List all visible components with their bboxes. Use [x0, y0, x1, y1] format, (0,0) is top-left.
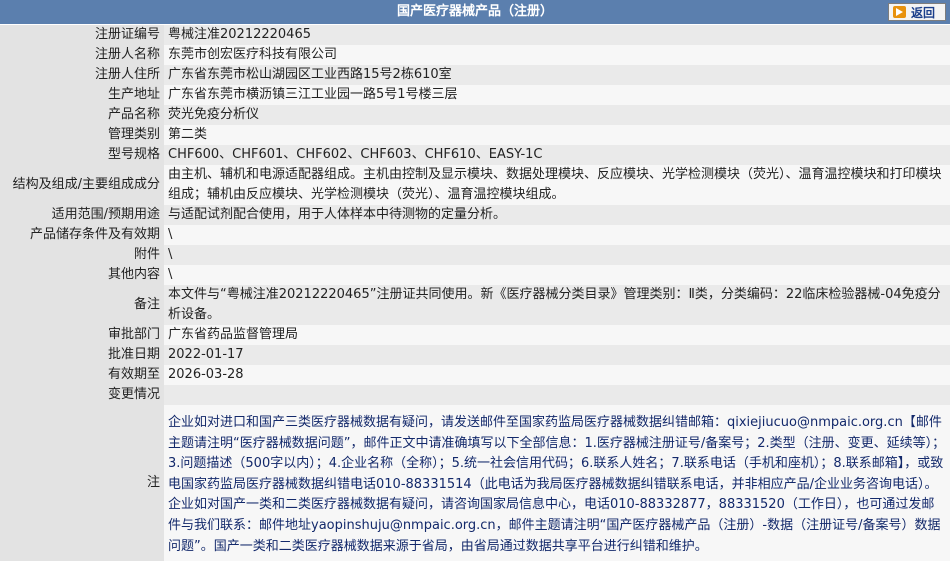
registration-no-value: 粤械注准20212220465	[164, 25, 950, 45]
change-history-value	[164, 385, 950, 405]
table-row-attachments: 附件 \	[0, 245, 950, 265]
back-arrow-icon	[893, 6, 906, 18]
table-row-approval-date: 批准日期 2022-01-17	[0, 345, 950, 365]
remarks-value: 本文件与“粤械注准20212220465”注册证共同使用。新《医疗器械分类目录》…	[164, 285, 950, 325]
structure-composition-value: 由主机、辅机和电源适配器组成。主机由控制及显示模块、数据处理模块、反应模块、光学…	[164, 165, 950, 205]
structure-composition-label: 结构及组成/主要组成成分	[0, 165, 164, 205]
production-address-value: 广东省东莞市横沥镇三江工业园一路5号1号楼三层	[164, 85, 950, 105]
note-text: 企业如对进口和国产三类医疗器械数据有疑问，请发送邮件至国家药监局医疗器械数据纠错…	[164, 405, 950, 562]
attachments-value: \	[164, 245, 950, 265]
table-row-model-spec: 型号规格 CHF600、CHF601、CHF602、CHF603、CHF610、E…	[0, 145, 950, 165]
registrant-name-value: 东莞市创宏医疗科技有限公司	[164, 45, 950, 65]
valid-until-value: 2026-03-28	[164, 365, 950, 385]
intended-use-label: 适用范围/预期用途	[0, 205, 164, 225]
valid-until-label: 有效期至	[0, 365, 164, 385]
storage-conditions-label: 产品储存条件及有效期	[0, 225, 164, 245]
product-name-value: 荧光免疫分析仪	[164, 105, 950, 125]
table-row-storage-conditions: 产品储存条件及有效期 \	[0, 225, 950, 245]
table-row-valid-until: 有效期至 2026-03-28	[0, 365, 950, 385]
note-label: 注	[0, 405, 164, 562]
approval-dept-value: 广东省药品监督管理局	[164, 325, 950, 345]
model-spec-value: CHF600、CHF601、CHF602、CHF603、CHF610、EASY-…	[164, 145, 950, 165]
storage-conditions-value: \	[164, 225, 950, 245]
registrant-name-label: 注册人名称	[0, 45, 164, 65]
product-name-label: 产品名称	[0, 105, 164, 125]
registrant-address-value: 广东省东莞市松山湖园区工业西路15号2栋610室	[164, 65, 950, 85]
registration-no-label: 注册证编号	[0, 25, 164, 45]
detail-table: 注册证编号 粤械注准20212220465 注册人名称 东莞市创宏医疗科技有限公司 注册…	[0, 25, 950, 562]
approval-date-value: 2022-01-17	[164, 345, 950, 365]
table-row-other-content: 其他内容 \	[0, 265, 950, 285]
intended-use-value: 与适配试剂配合使用，用于人体样本中待测物的定量分析。	[164, 205, 950, 225]
table-row-registrant-address: 注册人住所 广东省东莞市松山湖园区工业西路15号2栋610室	[0, 65, 950, 85]
page-title: 国产医疗器械产品（注册）	[396, 4, 553, 19]
model-spec-label: 型号规格	[0, 145, 164, 165]
table-row-management-class: 管理类别 第二类	[0, 125, 950, 145]
table-row-remarks: 备注 本文件与“粤械注准20212220465”注册证共同使用。新《医疗器械分类目…	[0, 285, 950, 325]
other-content-label: 其他内容	[0, 265, 164, 285]
management-class-value: 第二类	[164, 125, 950, 145]
change-history-label: 变更情况	[0, 385, 164, 405]
back-button[interactable]: 返回	[888, 3, 946, 21]
page-header: 国产医疗器械产品（注册） 返回	[0, 0, 950, 25]
table-row-structure-composition: 结构及组成/主要组成成分 由主机、辅机和电源适配器组成。主机由控制及显示模块、数据…	[0, 165, 950, 205]
approval-dept-label: 审批部门	[0, 325, 164, 345]
registrant-address-label: 注册人住所	[0, 65, 164, 85]
approval-date-label: 批准日期	[0, 345, 164, 365]
table-row-note: 注企业如对进口和国产三类医疗器械数据有疑问，请发送邮件至国家药监局医疗器械数据纠…	[0, 405, 950, 562]
table-row-change-history: 变更情况	[0, 385, 950, 405]
attachments-label: 附件	[0, 245, 164, 265]
production-address-label: 生产地址	[0, 85, 164, 105]
table-row-approval-dept: 审批部门 广东省药品监督管理局	[0, 325, 950, 345]
table-row-registrant-name: 注册人名称 东莞市创宏医疗科技有限公司	[0, 45, 950, 65]
table-row-production-address: 生产地址 广东省东莞市横沥镇三江工业园一路5号1号楼三层	[0, 85, 950, 105]
remarks-label: 备注	[0, 285, 164, 325]
table-row-product-name: 产品名称 荧光免疫分析仪	[0, 105, 950, 125]
management-class-label: 管理类别	[0, 125, 164, 145]
other-content-value: \	[164, 265, 950, 285]
back-button-label: 返回	[911, 5, 936, 20]
table-row-intended-use: 适用范围/预期用途 与适配试剂配合使用，用于人体样本中待测物的定量分析。	[0, 205, 950, 225]
table-row-registration-no: 注册证编号 粤械注准20212220465	[0, 25, 950, 45]
